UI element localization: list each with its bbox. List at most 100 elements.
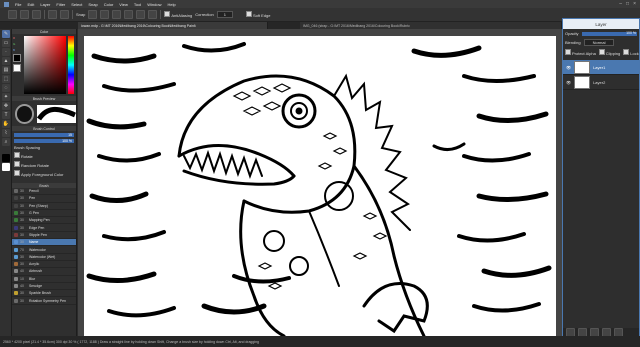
brush-list-item[interactable]: 30 Pencil	[12, 188, 76, 196]
antialiasing-checkbox[interactable]	[164, 11, 171, 17]
redo-button[interactable]	[60, 10, 69, 19]
random-rotate-toggle[interactable]: Random Rotate	[14, 161, 74, 168]
menu-color[interactable]: Color	[104, 2, 114, 7]
menu-layer[interactable]: Layer	[40, 2, 50, 7]
snap-radial-button[interactable]	[124, 10, 134, 19]
brush-list-item[interactable]: 30 Sparkle Brush	[12, 290, 76, 298]
app-icon	[4, 1, 9, 7]
brush-list-item[interactable]: 30 Name	[12, 239, 76, 247]
menu-file[interactable]: File	[15, 2, 21, 7]
brush-list-item[interactable]: 30 Edge Pen	[12, 224, 76, 232]
layer-row[interactable]: 👁 Layer1	[563, 60, 639, 75]
dot-tool-icon[interactable]: ·	[2, 48, 10, 56]
brush-list-item[interactable]: 30 Stipple Pen	[12, 232, 76, 240]
brush-list-item[interactable]: 30 Pen (Sharp)	[12, 203, 76, 210]
brush-list-item[interactable]: 30 Mapping Pen	[12, 217, 76, 225]
pen-tool-icon[interactable]: ✎	[2, 30, 10, 38]
blending-select[interactable]: Normal	[583, 39, 615, 46]
apply-foreground-toggle[interactable]: Apply Foreground Color	[14, 170, 74, 177]
layer-row[interactable]: 👁 Layer2	[563, 75, 639, 90]
layer-opacity-slider[interactable]: 100 %	[581, 31, 637, 36]
new-file-button[interactable]	[8, 10, 17, 19]
open-file-button[interactable]	[20, 10, 29, 19]
brush-size-label: 30	[20, 218, 24, 223]
gradient-tool-icon[interactable]: ▤	[2, 66, 10, 74]
eye-icon[interactable]: 👁	[566, 65, 571, 70]
menu-select[interactable]: Select	[71, 2, 82, 7]
drawing-canvas[interactable]	[84, 36, 556, 336]
menu-window[interactable]: Window	[147, 2, 161, 7]
menu-tool[interactable]: Tool	[134, 2, 141, 7]
select-tool-icon[interactable]: ⬚	[2, 75, 10, 83]
menu-help[interactable]: Help	[167, 2, 175, 7]
apply-foreground-checkbox[interactable]	[14, 170, 20, 176]
snap-circle-button[interactable]	[136, 10, 146, 19]
color-picker-square[interactable]	[24, 36, 66, 94]
menu-filter[interactable]: Filter	[56, 2, 65, 7]
rotate-checkbox[interactable]	[14, 152, 20, 158]
brush-list-item[interactable]: 40 Smudge	[12, 283, 76, 291]
tab-img-046[interactable]: IMG_046 (strap - G:\MT 2016\Medibang 201…	[300, 22, 562, 29]
close-icon[interactable]: ×	[633, 1, 636, 7]
eyedropper-icon[interactable]: ⌇	[2, 129, 10, 137]
background-color-swatch[interactable]	[2, 163, 10, 171]
foreground-color-swatch[interactable]	[2, 154, 10, 162]
brush-list-item[interactable]: 10 Blur	[12, 276, 76, 283]
brush-name-label: Watercolor	[29, 247, 46, 252]
antialiasing-toggle[interactable]: AntiAliasing	[164, 11, 192, 18]
magic-wand-icon[interactable]: ✦	[2, 93, 10, 101]
fill-tool-icon[interactable]: ▲	[2, 57, 10, 65]
clipping-toggle[interactable]: Clipping	[598, 49, 620, 56]
brush-size-label: 30	[20, 254, 24, 259]
snap-parallel-button[interactable]	[100, 10, 110, 19]
maximize-icon[interactable]: □	[626, 1, 629, 7]
minimize-icon[interactable]: –	[619, 1, 622, 7]
hand-tool-icon[interactable]: ✋	[2, 120, 10, 128]
lasso-tool-icon[interactable]: ◌	[2, 84, 10, 92]
snap-label[interactable]: Snap	[76, 12, 85, 17]
correction-value[interactable]: 1	[216, 11, 233, 18]
size-slider[interactable]: 15	[14, 133, 74, 137]
zoom-tool-icon[interactable]: ⌕	[2, 138, 10, 146]
protect-alpha-checkbox[interactable]	[565, 49, 571, 55]
brush-list-item[interactable]: 30 G Pen	[12, 210, 76, 218]
menu-snap[interactable]: Snap	[88, 2, 97, 7]
text-tool-icon[interactable]: T	[2, 111, 10, 119]
move-tool-icon[interactable]: ✥	[2, 102, 10, 110]
snap-cross-button[interactable]	[112, 10, 122, 19]
eraser-tool-icon[interactable]: ▭	[2, 39, 10, 47]
brush-icon	[14, 291, 18, 296]
rotate-toggle[interactable]: Rotate	[14, 152, 74, 159]
brush-name-label: Acrylic	[29, 262, 40, 267]
brush-list-item[interactable]: 30 Rotation Symmetry Pen	[12, 297, 76, 305]
white-swatch[interactable]	[13, 64, 21, 72]
menu-view[interactable]: View	[119, 2, 128, 7]
layer-options-row: Protect Alpha Clipping Lock	[563, 47, 639, 58]
toolbar-divider	[72, 10, 73, 19]
menu-edit[interactable]: Edit	[27, 2, 34, 7]
brush-list-item[interactable]: 30 Watercolor (Wet)	[12, 254, 76, 261]
brush-list-item[interactable]: 70 Watercolor	[12, 246, 76, 254]
clipping-checkbox[interactable]	[598, 49, 605, 55]
undo-button[interactable]	[48, 10, 57, 19]
soft-edge-toggle[interactable]: Soft Edge	[245, 11, 271, 18]
snap-off-button[interactable]	[88, 10, 98, 19]
brush-spacing-control[interactable]: Brush Spacing	[14, 145, 74, 150]
brush-list-item[interactable]: 30 Pen	[12, 195, 76, 203]
snap-curve-button[interactable]	[148, 10, 158, 19]
brush-name-label: Sparkle Brush	[29, 291, 51, 296]
random-rotate-checkbox[interactable]	[14, 161, 20, 167]
black-swatch[interactable]	[13, 54, 21, 62]
soft-edge-checkbox[interactable]	[245, 11, 252, 17]
lock-toggle[interactable]: Lock	[623, 49, 639, 56]
hue-slider[interactable]	[68, 36, 74, 94]
save-button[interactable]	[32, 10, 41, 19]
brush-list-item[interactable]: 40 Airbrush	[12, 268, 76, 276]
brush-list-item[interactable]: 30 Acrylic	[12, 261, 76, 269]
brush-icon	[14, 254, 18, 259]
lock-checkbox[interactable]	[623, 49, 630, 55]
protect-alpha-toggle[interactable]: Protect Alpha	[565, 49, 596, 56]
opacity-slider[interactable]: 100 %	[14, 139, 74, 143]
eye-icon[interactable]: 👁	[566, 80, 571, 85]
tab-iowan[interactable]: iowan.mdp - G:\MT 2016\Medibang 2016\Col…	[78, 22, 268, 29]
